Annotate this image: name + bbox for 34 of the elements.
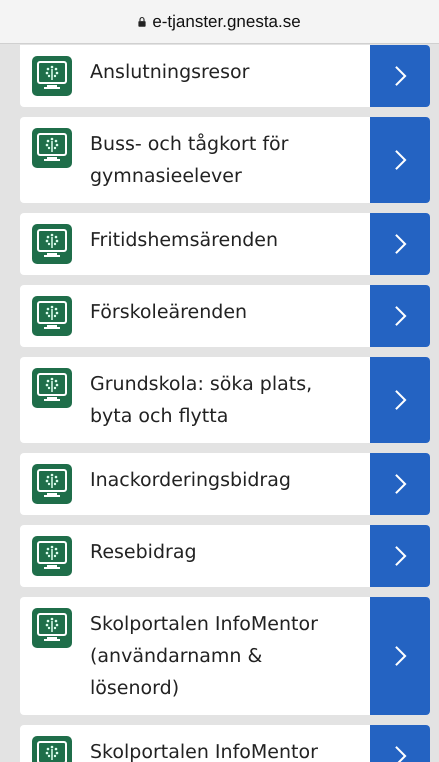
chevron-right-icon bbox=[394, 745, 406, 762]
url-text: e-tjanster.gnesta.se bbox=[152, 12, 301, 32]
open-button[interactable] bbox=[370, 453, 430, 515]
open-button[interactable] bbox=[370, 525, 430, 587]
service-title: Fritidshemsärenden bbox=[90, 228, 278, 253]
address-bar[interactable]: e-tjanster.gnesta.se bbox=[0, 0, 439, 44]
open-button[interactable] bbox=[370, 213, 430, 275]
chevron-right-icon bbox=[394, 65, 406, 87]
computer-tree-icon bbox=[32, 56, 72, 96]
service-title: Buss- och tågkort för gymnasieelever bbox=[90, 132, 290, 189]
service-title: Inackorderingsbidrag bbox=[90, 468, 291, 493]
chevron-right-icon bbox=[394, 389, 406, 411]
chevron-right-icon bbox=[394, 233, 406, 255]
open-button[interactable] bbox=[370, 45, 430, 107]
computer-tree-icon bbox=[32, 464, 72, 504]
chevron-right-icon bbox=[394, 645, 406, 667]
service-title: Anslutningsresor bbox=[90, 60, 250, 85]
computer-tree-icon bbox=[32, 296, 72, 336]
computer-tree-icon bbox=[32, 608, 72, 648]
chevron-right-icon bbox=[394, 149, 406, 171]
open-button[interactable] bbox=[370, 285, 430, 347]
chevron-right-icon bbox=[394, 305, 406, 327]
service-title: Resebidrag bbox=[90, 540, 197, 565]
service-title: Skolportalen InfoMentor bbox=[90, 740, 318, 762]
service-title: Förskoleärenden bbox=[90, 300, 248, 325]
computer-tree-icon bbox=[32, 368, 72, 408]
chevron-right-icon bbox=[394, 473, 406, 495]
service-title: Skolportalen InfoMentor (användarnamn & lösenord) bbox=[90, 612, 319, 701]
chevron-right-icon bbox=[394, 545, 406, 567]
computer-tree-icon bbox=[32, 536, 72, 576]
computer-tree-icon bbox=[32, 224, 72, 264]
lock-icon bbox=[138, 16, 146, 27]
service-title: Grundskola: söka plats, byta och flytta bbox=[90, 372, 314, 429]
computer-tree-icon bbox=[32, 128, 72, 168]
